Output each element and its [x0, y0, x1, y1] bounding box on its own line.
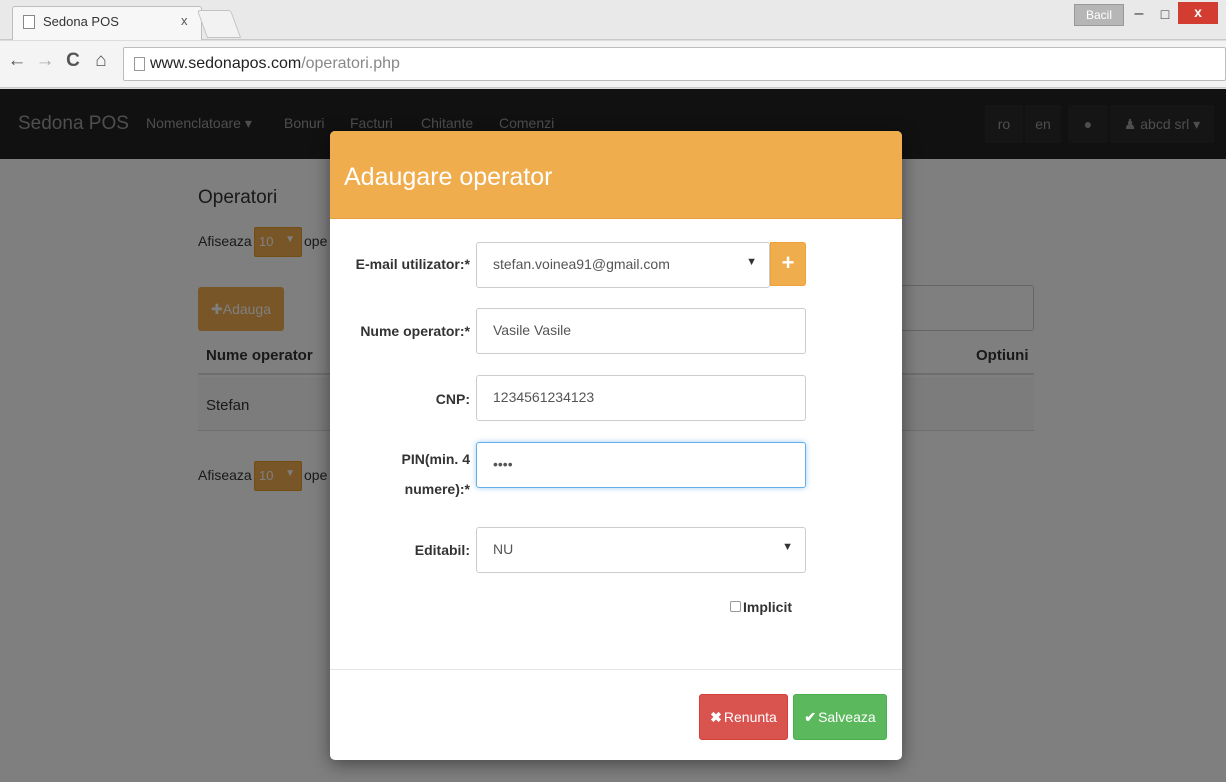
browser-toolbar: ← → C ⌂ www.sedonapos.com/operatori.php … [0, 41, 1226, 88]
pin-label-line2: numere):* [404, 481, 470, 497]
pin-value: •••• [493, 456, 513, 472]
cnp-label: CNP: [435, 391, 470, 407]
operator-name-label: Nume operator:* [360, 323, 470, 339]
add-user-button[interactable]: + [770, 242, 806, 286]
chevron-down-icon: ▼ [782, 541, 793, 553]
maximize-icon[interactable]: □ [1152, 2, 1178, 28]
cnp-value: 1234561234123 [493, 389, 595, 405]
email-select[interactable]: stefan.voinea91@gmail.com ▼ [476, 242, 770, 288]
email-value: stefan.voinea91@gmail.com [493, 256, 670, 272]
check-icon: ✔ [804, 709, 817, 725]
back-icon[interactable]: ← [6, 50, 28, 72]
save-button-label: Salveaza [818, 709, 876, 725]
email-label: E-mail utilizator:* [355, 256, 470, 272]
page-icon [134, 57, 145, 71]
operator-name-field[interactable]: Vasile Vasile [476, 308, 806, 354]
cancel-button-label: Renunta [723, 709, 777, 725]
add-operator-modal: Adaugare operator E-mail utilizator:* st… [330, 131, 902, 760]
page-icon [23, 15, 35, 29]
new-tab-button[interactable] [196, 10, 242, 38]
close-icon[interactable]: x [1178, 2, 1218, 24]
editable-label: Editabil: [414, 542, 470, 558]
modal-title: Adaugare operator [344, 163, 553, 191]
modal-header: Adaugare operator [330, 131, 902, 219]
modal-footer: ✖ Renunta ✔ Salveaza [330, 669, 902, 760]
tab-strip: Sedona POS x Bacil – □ x [0, 0, 1226, 40]
reload-icon[interactable]: C [62, 50, 84, 72]
editable-select[interactable]: NU ▼ [476, 527, 806, 573]
tab-close-button[interactable]: x [181, 13, 188, 28]
browser-tab[interactable]: Sedona POS x [12, 6, 202, 40]
implicit-checkbox[interactable] [730, 601, 741, 612]
url-text: www.sedonapos.com/operatori.php [150, 55, 400, 73]
editable-value: NU [493, 541, 514, 557]
address-bar[interactable]: www.sedonapos.com/operatori.php ★ e ≡ [123, 47, 1226, 81]
tab-title: Sedona POS [43, 14, 119, 29]
url-path: /operatori.php [301, 55, 400, 72]
forward-icon[interactable]: → [34, 50, 56, 72]
url-host: www.sedonapos.com [150, 55, 302, 72]
browser-window: Sedona POS x Bacil – □ x ← → C ⌂ www.sed… [0, 0, 1226, 782]
implicit-label[interactable]: Implicit [743, 599, 792, 615]
profile-button[interactable]: Bacil [1074, 4, 1124, 26]
home-icon[interactable]: ⌂ [90, 50, 112, 72]
cnp-field[interactable]: 1234561234123 [476, 375, 806, 421]
operator-name-value: Vasile Vasile [493, 322, 572, 338]
pin-field[interactable]: •••• [476, 442, 806, 488]
close-icon: ✖ [710, 709, 722, 725]
minimize-icon[interactable]: – [1126, 2, 1152, 28]
chevron-down-icon: ▼ [746, 256, 757, 268]
cancel-button[interactable]: ✖ Renunta [699, 694, 788, 740]
pin-label-line1: PIN(min. 4 [401, 451, 470, 467]
save-button[interactable]: ✔ Salveaza [793, 694, 887, 740]
